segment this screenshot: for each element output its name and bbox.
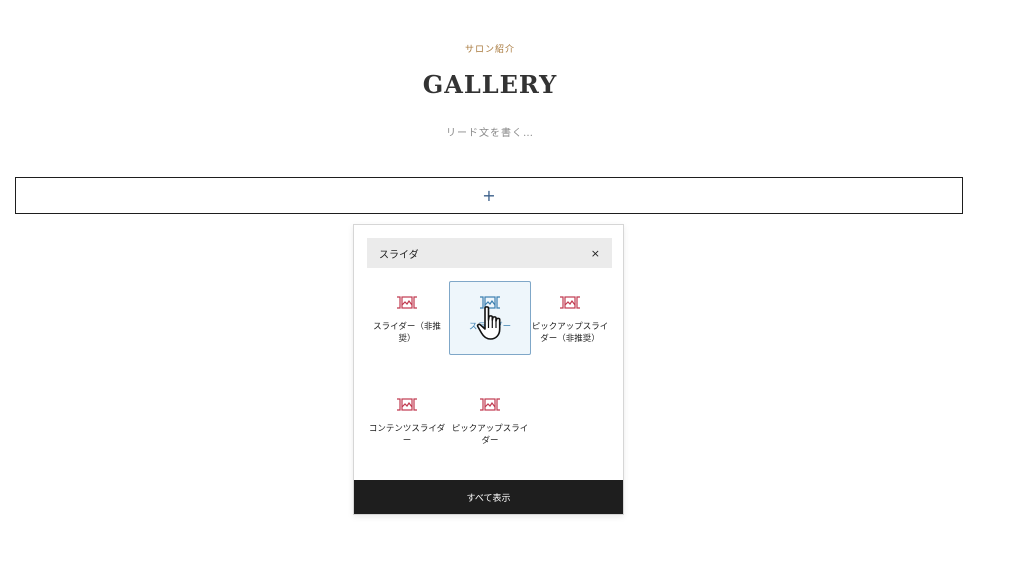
block-item-pickup-slider[interactable]: ピックアップスライダー xyxy=(449,398,531,458)
block-item-label: スライダー xyxy=(468,322,512,332)
block-item-slider[interactable]: スライダー xyxy=(449,281,531,355)
block-item-pickup-slider-deprecated[interactable]: ピックアップスライダー（非推奨） xyxy=(529,296,611,372)
slider-icon xyxy=(480,398,500,411)
block-appender-button[interactable]: + xyxy=(15,177,963,214)
slider-icon xyxy=(397,296,417,309)
block-item-label: コンテンツスライダー xyxy=(368,424,446,446)
plus-icon: + xyxy=(482,185,496,205)
show-all-button[interactable]: すべて表示 xyxy=(354,480,623,514)
lead-text[interactable]: リード文を書く… xyxy=(0,124,980,139)
slider-icon xyxy=(480,296,500,309)
block-search-input[interactable] xyxy=(379,247,591,259)
slider-icon xyxy=(397,398,417,411)
block-item-label: スライダー（非推奨） xyxy=(373,322,441,344)
block-item-content-slider[interactable]: コンテンツスライダー xyxy=(366,398,448,458)
block-search: × xyxy=(367,238,612,268)
block-item-label: ピックアップスライダー（非推奨） xyxy=(531,322,609,344)
block-item-label: ピックアップスライダー xyxy=(451,424,529,446)
slider-icon xyxy=(560,296,580,309)
close-icon[interactable]: × xyxy=(591,248,600,259)
block-item-slider-deprecated[interactable]: スライダー（非推奨） xyxy=(366,296,448,366)
block-inserter-popover: × スライダー（非推奨） スライダー xyxy=(353,224,624,515)
section-title: GALLERY xyxy=(422,70,558,99)
section-eyebrow: サロン紹介 xyxy=(464,45,515,55)
